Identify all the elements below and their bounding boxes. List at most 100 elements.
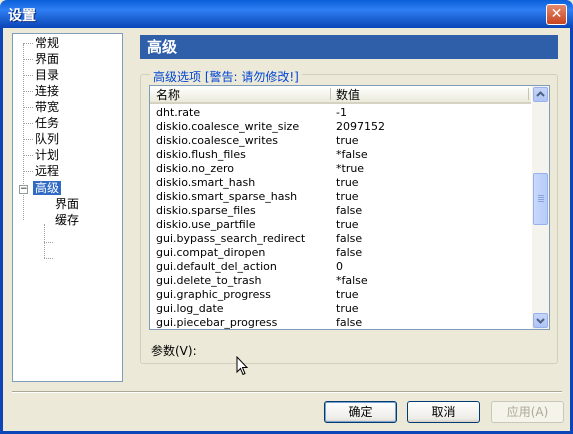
table-row[interactable]: diskio.smart_hash true: [150, 176, 531, 190]
tree-item-remote[interactable]: 远程: [35, 164, 59, 179]
option-name: gui.compat_diropen: [156, 246, 266, 259]
tree-item-queue[interactable]: 队列: [35, 132, 59, 147]
option-name: diskio.no_zero: [156, 162, 234, 175]
option-value: *false: [336, 148, 368, 161]
ok-button[interactable]: 确定: [324, 401, 397, 423]
close-icon: ✕: [550, 6, 563, 22]
option-value: *true: [336, 162, 365, 175]
tree-item-label: 目录: [35, 68, 60, 82]
tree-line: [23, 107, 33, 108]
tree-item-tasks[interactable]: 任务: [35, 116, 59, 131]
column-separator[interactable]: [330, 88, 331, 100]
option-name: gui.log_date: [156, 302, 224, 315]
table-row[interactable]: gui.bypass_search_redirect false: [150, 232, 531, 246]
table-row[interactable]: gui.piecebar_progress false: [150, 316, 531, 329]
table-row[interactable]: gui.log_date true: [150, 302, 531, 316]
collapse-icon[interactable]: −: [19, 185, 28, 194]
column-header-value[interactable]: 数值: [336, 86, 360, 102]
tree-item-label: 队列: [35, 132, 60, 146]
grip-line: [538, 195, 544, 196]
close-button[interactable]: ✕: [546, 4, 567, 25]
tree-line: [23, 139, 33, 140]
tree-item-advanced-ui[interactable]: 界面: [55, 197, 79, 212]
tree-item-connection[interactable]: 连接: [35, 84, 59, 99]
table-row[interactable]: gui.compat_diropen false: [150, 246, 531, 260]
tree-line: [44, 242, 53, 243]
table-row[interactable]: diskio.sparse_files false: [150, 204, 531, 218]
option-value: true: [336, 288, 359, 301]
grip-line: [538, 201, 544, 202]
option-name: diskio.coalesce_write_size: [156, 120, 300, 133]
table-row[interactable]: gui.graphic_progress true: [150, 288, 531, 302]
scroll-down-arrow-icon: [536, 318, 545, 324]
tree-line: [23, 59, 33, 60]
scroll-down-button[interactable]: [533, 313, 548, 328]
option-value: true: [336, 176, 359, 189]
scroll-up-button[interactable]: [533, 87, 548, 102]
option-value: false: [336, 316, 363, 329]
table-row[interactable]: diskio.coalesce_writes true: [150, 134, 531, 148]
option-value: true: [336, 190, 359, 203]
tree-item-ui[interactable]: 界面: [35, 52, 59, 67]
tree-item-label: 界面: [35, 52, 60, 66]
apply-button[interactable]: 应用(A): [491, 401, 564, 423]
tree-item-label: 常规: [35, 36, 60, 50]
option-name: diskio.flush_files: [156, 148, 246, 161]
option-value: -1: [336, 106, 347, 119]
column-header-name[interactable]: 名称: [156, 86, 180, 102]
tree-item-scheduler[interactable]: 计划: [35, 148, 59, 163]
tree-item-label: 带宽: [35, 100, 60, 114]
tree-line: [44, 258, 53, 259]
grip-line: [538, 199, 544, 200]
footer-divider: [12, 391, 562, 393]
option-value: false: [336, 246, 363, 259]
option-value: true: [336, 218, 359, 231]
option-value: true: [336, 302, 359, 315]
title-bar[interactable]: 设置 ✕: [0, 0, 573, 28]
option-value: false: [336, 232, 363, 245]
option-value: *false: [336, 274, 368, 287]
group-title: 高级选项 [警告: 请勿修改!]: [150, 68, 302, 85]
table-row[interactable]: gui.default_del_action 0: [150, 260, 531, 274]
table-row[interactable]: dht.rate -1: [150, 106, 531, 120]
tree-item-label: 界面: [55, 197, 80, 211]
tree-item-label: 连接: [35, 84, 60, 98]
scroll-up-arrow-icon: [536, 91, 545, 97]
tree-line: [23, 155, 33, 156]
panel-header: 高级: [140, 35, 558, 59]
option-name: gui.delete_to_trash: [156, 274, 262, 287]
option-value: true: [336, 134, 359, 147]
table-row[interactable]: diskio.flush_files *false: [150, 148, 531, 162]
tree-item-directories[interactable]: 目录: [35, 68, 59, 83]
option-name: gui.piecebar_progress: [156, 316, 278, 329]
advanced-options-list[interactable]: 名称 数值 dht.rate -1 diskio.coalesce_write_si…: [149, 85, 550, 330]
table-row[interactable]: gui.delete_to_trash *false: [150, 274, 531, 288]
tree-item-label: 任务: [35, 116, 60, 130]
table-row[interactable]: diskio.no_zero *true: [150, 162, 531, 176]
table-row[interactable]: diskio.coalesce_write_size 2097152: [150, 120, 531, 134]
scrollbar-thumb[interactable]: [533, 173, 548, 225]
tree-item-advanced[interactable]: 高级: [33, 181, 62, 196]
window-frame-left: [0, 28, 3, 434]
tree-item-label: 高级: [33, 181, 62, 195]
option-name: gui.default_del_action: [156, 260, 277, 273]
vertical-scrollbar[interactable]: [532, 86, 549, 329]
tree-item-advanced-cache[interactable]: 缓存: [55, 213, 79, 228]
tree-item-bandwidth[interactable]: 带宽: [35, 100, 59, 115]
tree-line: [23, 91, 33, 92]
option-name: diskio.sparse_files: [156, 204, 256, 217]
tree-line: [23, 123, 33, 124]
tree-item-label: 缓存: [55, 213, 80, 227]
table-row[interactable]: diskio.use_partfile true: [150, 218, 531, 232]
tree-line: [23, 75, 33, 76]
option-name: diskio.smart_hash: [156, 176, 256, 189]
cancel-button[interactable]: 取消: [407, 401, 480, 423]
tree-line: [44, 224, 45, 258]
tree-item-general[interactable]: 常规: [35, 36, 59, 51]
settings-category-tree[interactable]: 常规 界面 目录 连接 带宽 任务 队列 计划 远程 − 高级 界面 缓存: [12, 33, 123, 382]
table-row[interactable]: diskio.smart_sparse_hash true: [150, 190, 531, 204]
parameter-label: 参数(V):: [151, 344, 197, 358]
tree-item-label: 计划: [35, 148, 60, 162]
column-separator[interactable]: [528, 88, 529, 100]
option-name: gui.graphic_progress: [156, 288, 271, 301]
